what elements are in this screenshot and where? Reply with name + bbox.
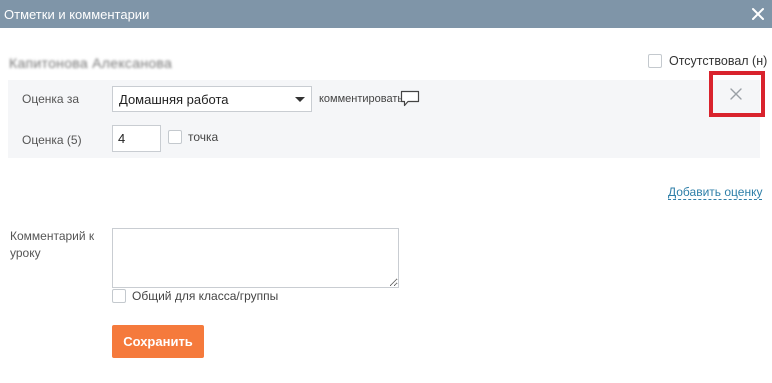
comment-link[interactable]: комментировать <box>319 93 403 105</box>
absent-checkbox[interactable] <box>648 54 662 68</box>
dialog-title: Отметки и комментарии <box>4 7 150 22</box>
save-button[interactable]: Сохранить <box>112 325 204 358</box>
close-icon[interactable] <box>749 5 767 23</box>
absent-label: Отсутствовал (н) <box>669 54 768 68</box>
remove-grade-icon[interactable] <box>729 87 743 101</box>
point-label: точка <box>188 130 219 144</box>
common-label: Общий для класса/группы <box>132 289 279 303</box>
work-type-value: Домашняя работа <box>119 92 229 107</box>
lesson-comment-label: Комментарий к уроку <box>10 229 95 260</box>
dialog-titlebar: Отметки и комментарии <box>0 0 772 28</box>
point-checkbox-row[interactable]: точка <box>168 130 218 144</box>
student-name: Капитонова Алексанова <box>9 55 173 71</box>
add-grade-link[interactable]: Добавить оценку <box>668 185 763 200</box>
grade-label: Оценка (5) <box>22 133 82 147</box>
grade-input[interactable] <box>112 125 161 152</box>
speech-bubble-icon[interactable] <box>400 90 420 107</box>
common-checkbox-row[interactable]: Общий для класса/группы <box>112 289 278 303</box>
common-checkbox[interactable] <box>112 289 126 303</box>
point-checkbox[interactable] <box>168 130 182 144</box>
grade-for-label: Оценка за <box>22 92 80 106</box>
work-type-select[interactable]: Домашняя работа <box>112 86 312 112</box>
chevron-down-icon <box>295 97 305 102</box>
absent-checkbox-row[interactable]: Отсутствовал (н) <box>648 53 767 69</box>
lesson-comment-textarea[interactable] <box>112 228 399 288</box>
